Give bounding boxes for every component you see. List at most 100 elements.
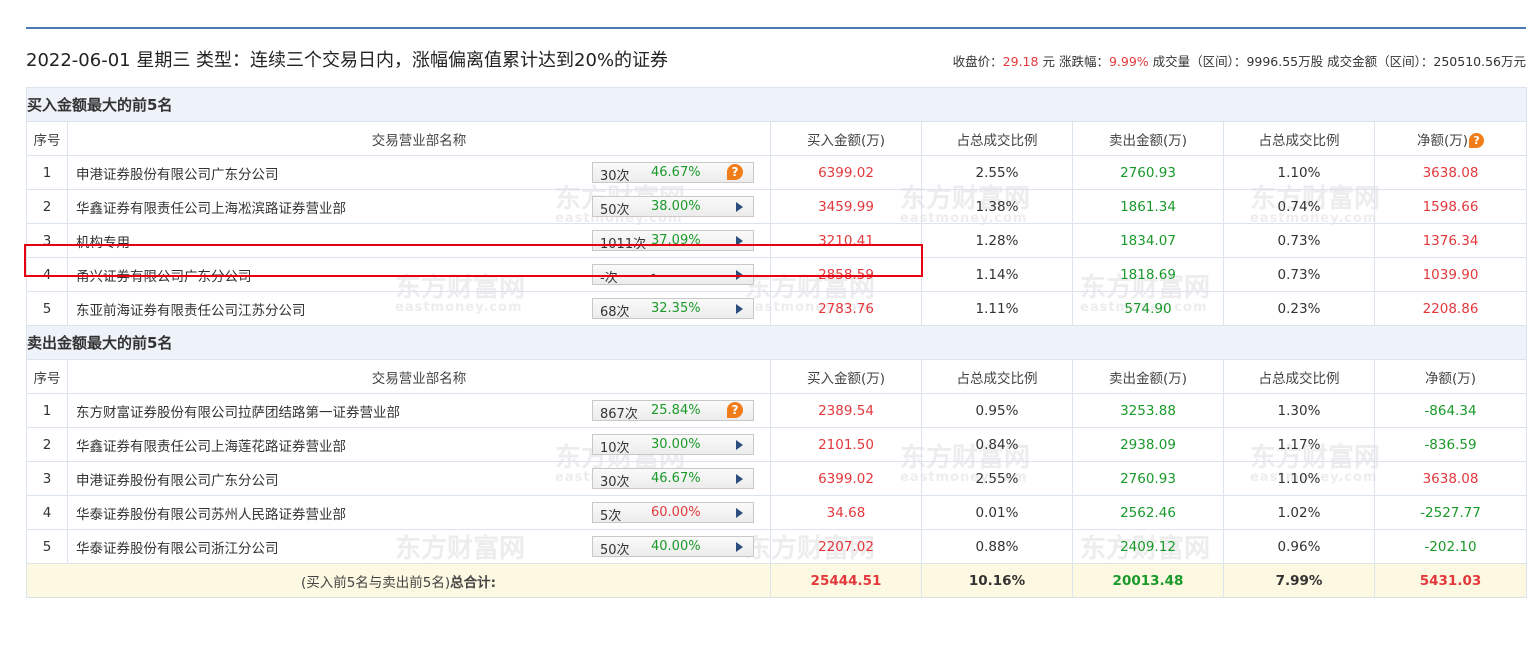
col-sell: 卖出金额(万): [1072, 121, 1224, 156]
branch-stats-badge[interactable]: 30次 46.67%?: [592, 162, 754, 184]
col-buy-ratio: 占总成交比例: [921, 359, 1073, 394]
col-net-label: 净额(万): [1424, 370, 1477, 387]
row-sell: 1818.69: [1072, 257, 1224, 292]
row-seq: 1: [26, 393, 68, 428]
branch-name[interactable]: 东亚前海证券有限责任公司江苏分公司: [76, 299, 306, 319]
row-seq: 2: [26, 189, 68, 224]
row-seq: 3: [26, 223, 68, 258]
branch-stats-badge[interactable]: -次 -: [592, 264, 754, 286]
buy-section-header: 买入金额最大的前5名: [26, 87, 1527, 122]
play-icon[interactable]: [736, 270, 743, 280]
row-sell-ratio: 1.02%: [1223, 495, 1375, 530]
play-icon[interactable]: [736, 474, 743, 484]
win-rate: 40.00%: [651, 539, 701, 554]
row-seq: 2: [26, 427, 68, 462]
times-count: 5次: [600, 509, 622, 524]
total-sell-ratio: 7.99%: [1223, 563, 1375, 598]
table-row: 5 东亚前海证券有限责任公司江苏分公司 68次 32.35% 2783.76 1.11% 5…: [26, 291, 1527, 326]
times-count: 50次: [600, 203, 630, 218]
times-count: 68次: [600, 305, 630, 320]
times-count: 50次: [600, 543, 630, 558]
times-count: 1011次: [600, 237, 647, 252]
branch-name[interactable]: 申港证券股份有限公司广东分公司: [76, 163, 279, 183]
section-title: 买入金额最大的前5名: [26, 87, 1527, 122]
row-net: -864.34: [1374, 393, 1527, 428]
row-net: 2208.86: [1374, 291, 1527, 326]
win-rate: 46.67%: [651, 471, 701, 486]
row-sell: 2938.09: [1072, 427, 1224, 462]
col-buy-ratio: 占总成交比例: [921, 121, 1073, 156]
row-name-cell: 申港证券股份有限公司广东分公司 30次 46.67%: [67, 461, 771, 496]
row-sell-ratio: 1.17%: [1223, 427, 1375, 462]
row-sell-ratio: 0.96%: [1223, 529, 1375, 564]
times-count: 10次: [600, 441, 630, 456]
branch-name[interactable]: 华鑫证券有限责任公司上海凇滨路证券营业部: [76, 197, 346, 217]
branch-name[interactable]: 东方财富证券股份有限公司拉萨团结路第一证券营业部: [76, 401, 400, 421]
row-sell: 3253.88: [1072, 393, 1224, 428]
times-count: 30次: [600, 475, 630, 490]
play-icon[interactable]: [736, 236, 743, 246]
branch-stats-badge[interactable]: 1011次 37.09%: [592, 230, 754, 252]
top-divider: [26, 27, 1526, 29]
section-title: 卖出金额最大的前5名: [26, 325, 1527, 360]
question-icon[interactable]: ?: [727, 402, 743, 418]
question-icon[interactable]: ?: [1469, 132, 1485, 148]
win-rate: 25.84%: [651, 403, 701, 418]
row-sell: 1834.07: [1072, 223, 1224, 258]
row-net: -836.59: [1374, 427, 1527, 462]
row-seq: 1: [26, 155, 68, 190]
row-seq: 4: [26, 495, 68, 530]
total-buy-ratio: 10.16%: [921, 563, 1073, 598]
times-count: 30次: [600, 169, 630, 184]
col-sell: 卖出金额(万): [1072, 359, 1224, 394]
branch-name[interactable]: 华鑫证券有限责任公司上海莲花路证券营业部: [76, 435, 346, 455]
total-sell: 20013.48: [1072, 563, 1224, 598]
amount-value: 250510.56万元: [1433, 54, 1526, 69]
close-unit: 元: [1042, 54, 1055, 69]
row-net: -202.10: [1374, 529, 1527, 564]
row-buy-ratio: 2.55%: [921, 155, 1073, 190]
branch-stats-badge[interactable]: 50次 40.00%: [592, 536, 754, 558]
col-net: 净额(万): [1374, 359, 1527, 394]
row-buy-ratio: 1.14%: [921, 257, 1073, 292]
play-icon[interactable]: [736, 508, 743, 518]
col-sell-ratio: 占总成交比例: [1223, 121, 1375, 156]
branch-stats-badge[interactable]: 5次 60.00%: [592, 502, 754, 524]
row-net: 3638.08: [1374, 461, 1527, 496]
branch-stats-badge[interactable]: 68次 32.35%: [592, 298, 754, 320]
question-icon[interactable]: ?: [727, 164, 743, 180]
branch-name[interactable]: 机构专用: [76, 231, 130, 251]
table-row: 4 甬兴证券有限公司广东分公司 -次 - 2858.59 1.14% 1818.69 0.73…: [26, 257, 1527, 292]
total-row: (买入前5名与卖出前5名)总合计: 25444.51 10.16% 20013.48 7…: [26, 563, 1527, 598]
row-name-cell: 东亚前海证券有限责任公司江苏分公司 68次 32.35%: [67, 291, 771, 326]
row-buy: 2783.76: [770, 291, 922, 326]
branch-stats-badge[interactable]: 867次 25.84%?: [592, 400, 754, 422]
branch-name[interactable]: 申港证券股份有限公司广东分公司: [76, 469, 279, 489]
row-buy: 3459.99: [770, 189, 922, 224]
col-seq: 序号: [26, 359, 68, 394]
row-sell-ratio: 1.30%: [1223, 393, 1375, 428]
row-buy-ratio: 0.95%: [921, 393, 1073, 428]
row-sell-ratio: 1.10%: [1223, 461, 1375, 496]
row-buy: 2389.54: [770, 393, 922, 428]
branch-name[interactable]: 甬兴证券有限公司广东分公司: [76, 265, 252, 285]
row-buy: 3210.41: [770, 223, 922, 258]
row-name-cell: 申港证券股份有限公司广东分公司 30次 46.67%?: [67, 155, 771, 190]
row-sell-ratio: 0.73%: [1223, 223, 1375, 258]
row-net: 1598.66: [1374, 189, 1527, 224]
play-icon[interactable]: [736, 202, 743, 212]
row-name-cell: 机构专用 1011次 37.09%: [67, 223, 771, 258]
branch-stats-badge[interactable]: 10次 30.00%: [592, 434, 754, 456]
total-net: 5431.03: [1374, 563, 1527, 598]
branch-name[interactable]: 华泰证券股份有限公司苏州人民路证券营业部: [76, 503, 346, 523]
play-icon[interactable]: [736, 304, 743, 314]
branch-stats-badge[interactable]: 30次 46.67%: [592, 468, 754, 490]
branch-stats-badge[interactable]: 50次 38.00%: [592, 196, 754, 218]
col-net-label: 净额(万): [1416, 132, 1469, 149]
branch-name[interactable]: 华泰证券股份有限公司浙江分公司: [76, 537, 279, 557]
volume-value: 9996.55万股: [1246, 54, 1324, 69]
play-icon[interactable]: [736, 542, 743, 552]
play-icon[interactable]: [736, 440, 743, 450]
row-seq: 5: [26, 291, 68, 326]
summary-header: 2022-06-01 星期三 类型：连续三个交易日内，涨幅偏离值累计达到20%的…: [26, 44, 1526, 76]
